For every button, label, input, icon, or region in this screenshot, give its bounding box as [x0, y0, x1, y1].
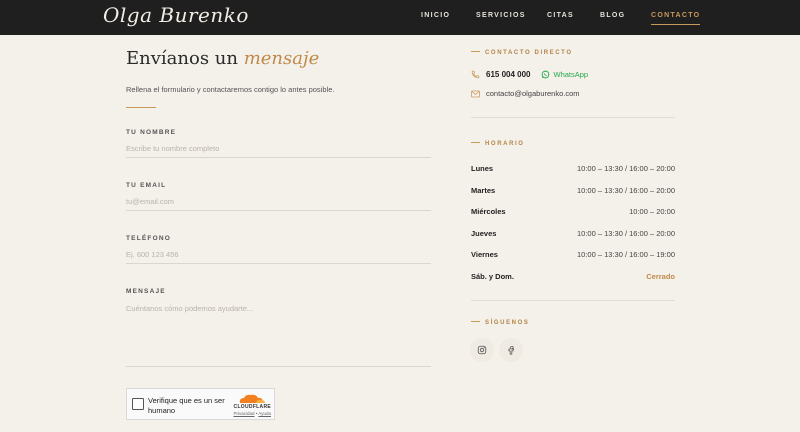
- hours-heading: HORARIO: [471, 141, 525, 147]
- nav-inicio[interactable]: INICIO: [421, 12, 450, 19]
- captcha-text: Verifique que es un ser humano: [148, 396, 225, 415]
- contact-divider: [471, 117, 675, 118]
- email-label: TU EMAIL: [126, 182, 167, 189]
- nav-blog[interactable]: BLOG: [600, 12, 625, 19]
- top-navigation-bar: Olga Burenko INICIO SERVICIOS CITAS BLOG…: [0, 0, 800, 35]
- title-accent: mensaje: [243, 48, 320, 69]
- captcha-links: Privacidad • Ayuda: [233, 411, 271, 416]
- hours-day: Sáb. y Dom.: [471, 272, 514, 281]
- phone-input[interactable]: [126, 246, 431, 264]
- hours-time: 10:00 – 20:00: [629, 207, 675, 216]
- hours-time: 10:00 – 13:30 / 16:00 – 20:00: [576, 164, 675, 173]
- hours-day: Lunes: [471, 164, 494, 173]
- hours-time: 10:00 – 13:30 / 16:00 – 20:00: [576, 186, 675, 195]
- hours-time: 10:00 – 13:30 / 16:00 – 20:00: [576, 229, 675, 238]
- hours-row: Sáb. y Dom. Cerrado: [471, 272, 675, 284]
- name-label: TU NOMBRE: [126, 129, 177, 136]
- nav-citas[interactable]: CITAS: [547, 12, 574, 19]
- hours-row: Martes 10:00 – 13:30 / 16:00 – 20:00: [471, 186, 675, 198]
- message-label: MENSAJE: [126, 288, 166, 295]
- page-title: Envíanos un mensaje: [126, 48, 319, 69]
- hours-day: Miércoles: [471, 207, 506, 216]
- phone-row: 615 004 000 WhatsApp: [471, 70, 588, 79]
- mail-icon: [471, 90, 480, 97]
- title-main: Envíanos un: [126, 48, 238, 69]
- captcha-privacy-link[interactable]: Privacidad: [233, 411, 254, 416]
- captcha-checkbox[interactable]: [132, 398, 144, 410]
- phone-label: TELÉFONO: [126, 235, 171, 242]
- email-input[interactable]: [126, 193, 431, 211]
- name-input[interactable]: [126, 140, 431, 158]
- email-row: contacto@olgaburenko.com: [471, 89, 580, 98]
- hours-row: Miércoles 10:00 – 20:00: [471, 207, 675, 219]
- instagram-button[interactable]: [470, 338, 494, 362]
- nav-contacto[interactable]: CONTACTO: [651, 12, 701, 25]
- site-logo[interactable]: Olga Burenko: [103, 3, 249, 27]
- hours-day: Jueves: [471, 229, 497, 238]
- whatsapp-link[interactable]: WhatsApp: [554, 70, 589, 79]
- hours-row: Jueves 10:00 – 13:30 / 16:00 – 20:00: [471, 229, 675, 241]
- captcha-widget: Verifique que es un ser humano CLOUDFLAR…: [126, 388, 275, 420]
- captcha-help-link[interactable]: Ayuda: [258, 411, 271, 416]
- phone-icon: [471, 70, 480, 79]
- facebook-button[interactable]: [499, 338, 523, 362]
- hours-day: Martes: [471, 186, 496, 195]
- hours-time-closed: Cerrado: [646, 272, 675, 281]
- hours-row: Lunes 10:00 – 13:30 / 16:00 – 20:00: [471, 164, 675, 176]
- message-textarea[interactable]: [126, 300, 431, 367]
- facebook-icon: [508, 346, 514, 355]
- social-heading: SÍGUENOS: [471, 320, 529, 326]
- hours-divider: [471, 300, 675, 301]
- phone-number[interactable]: 615 004 000: [486, 70, 531, 79]
- contact-heading: CONTACTO DIRECTO: [471, 50, 573, 56]
- hours-row: Viernes 10:00 – 13:30 / 16:00 – 19:00: [471, 250, 675, 262]
- whatsapp-icon[interactable]: [541, 70, 550, 79]
- hours-day: Viernes: [471, 250, 498, 259]
- email-link[interactable]: contacto@olgaburenko.com: [486, 89, 580, 98]
- hours-time: 10:00 – 13:30 / 16:00 – 19:00: [576, 250, 675, 259]
- cloudflare-cloud-icon: [239, 394, 265, 403]
- nav-servicios[interactable]: SERVICIOS: [476, 12, 526, 19]
- form-intro: Rellena el formulario y contactaremos co…: [126, 85, 335, 94]
- title-divider: [126, 107, 156, 108]
- captcha-brand: CLOUDFLARE: [233, 404, 271, 410]
- instagram-icon: [477, 345, 487, 355]
